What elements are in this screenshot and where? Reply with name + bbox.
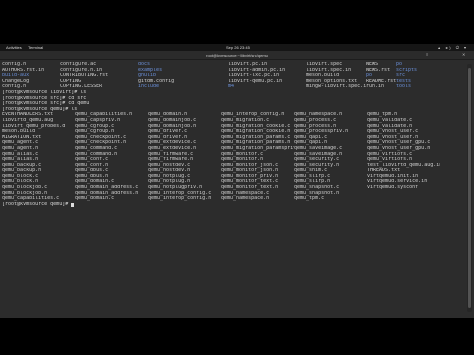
hamburger-menu-icon[interactable]: ≡ xyxy=(426,52,428,57)
directory-entry: m4 xyxy=(228,84,235,90)
file-entry: run.in xyxy=(366,84,385,90)
app-menu[interactable]: Terminal xyxy=(28,45,43,50)
system-status-icons[interactable]: ▴ ◂) ⏻ ▾ xyxy=(438,45,468,50)
scrollbar-thumb[interactable] xyxy=(468,68,471,308)
clock[interactable]: Sep 26 23:45 xyxy=(226,45,250,50)
file-entry: qemu_tpm.c xyxy=(294,196,325,202)
text-cursor xyxy=(71,203,75,208)
terminal-output: config.h configure.ac docs libvirt.pc.in lib… xyxy=(2,62,462,208)
file-entry: mingw-libvirt.spec.in xyxy=(306,84,366,90)
terminal-view[interactable]: config.h configure.ac docs libvirt.pc.in lib… xyxy=(0,60,474,318)
file-entry: virtqemud.sysconf xyxy=(367,185,419,191)
activities-button[interactable]: Activities xyxy=(6,45,22,50)
directory-entry: include xyxy=(138,84,160,90)
terminal-titlebar: root@kvmsource:~/libvirt/src/qemu ≡ ✕ xyxy=(0,51,474,60)
shell-prompt: [root@kvmsource qemu]# xyxy=(2,201,72,207)
close-icon[interactable]: ✕ xyxy=(462,52,465,57)
file-entry: qemu_domain.c xyxy=(75,196,115,202)
scrollbar[interactable] xyxy=(467,64,472,312)
gnome-top-bar: Activities Terminal Sep 26 23:45 ▴ ◂) ⏻ … xyxy=(0,44,474,51)
window-title: root@kvmsource:~/libvirt/src/qemu xyxy=(206,53,268,58)
directory-entry: tools xyxy=(396,84,412,90)
file-entry: qemu_interop_config.h xyxy=(148,196,212,202)
terminal-line: [root@kvmsource qemu]# xyxy=(2,202,462,208)
file-entry: qemu_namespace.h xyxy=(221,196,270,202)
